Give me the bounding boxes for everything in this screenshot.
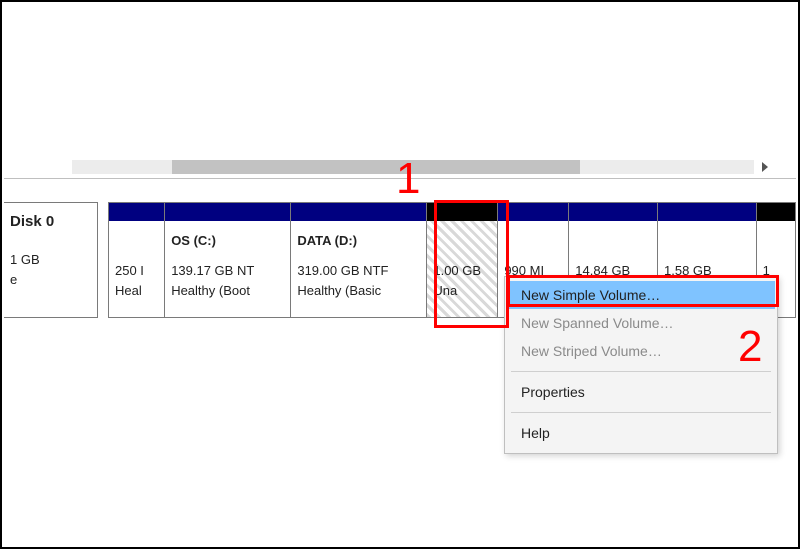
menu-divider	[511, 371, 771, 372]
scroll-right-button[interactable]	[756, 158, 774, 176]
volume-header-bar	[165, 203, 290, 221]
volume-header-bar	[498, 203, 568, 221]
volume-size: 319.00 GB NTF	[297, 261, 420, 281]
volume-size: 1.00 GB	[433, 261, 491, 281]
volume-header-bar	[757, 203, 795, 221]
volume-header-bar	[291, 203, 426, 221]
volume-size: 250 I	[115, 261, 158, 281]
menu-item: New Spanned Volume…	[507, 309, 775, 337]
menu-item[interactable]: Properties	[507, 378, 775, 406]
disk-capacity: 1 GB	[10, 250, 89, 270]
volume-status: Healthy (Boot	[171, 281, 284, 301]
volume-header-bar	[427, 203, 497, 221]
volume-partition[interactable]: OS (C:) 139.17 GB NTHealthy (Boot	[165, 202, 291, 318]
volume-header-bar	[658, 203, 756, 221]
horizontal-scrollbar[interactable]	[14, 158, 780, 176]
menu-item[interactable]: New Simple Volume…	[507, 281, 775, 309]
disk-title: Disk 0	[10, 213, 89, 230]
volume-name: DATA (D:)	[297, 231, 420, 251]
volume-header-bar	[569, 203, 657, 221]
disk-info-panel[interactable]: Disk 0 1 GB e	[4, 202, 98, 318]
volume-status: Heal	[115, 281, 158, 301]
separator	[4, 178, 796, 179]
volume-name: OS (C:)	[171, 231, 284, 251]
volume-unallocated[interactable]: 1.00 GBUna	[427, 202, 498, 318]
volume-partition[interactable]: DATA (D:) 319.00 GB NTFHealthy (Basic	[291, 202, 427, 318]
volume-status: Una	[433, 281, 491, 301]
menu-item: New Striped Volume…	[507, 337, 775, 365]
menu-item[interactable]: Help	[507, 419, 775, 447]
volume-partition[interactable]: 250 IHeal	[108, 202, 165, 318]
volume-header-bar	[109, 203, 164, 221]
volume-status: Healthy (Basic	[297, 281, 420, 301]
volume-size: 139.17 GB NT	[171, 261, 284, 281]
scrollbar-thumb[interactable]	[172, 160, 580, 174]
context-menu: New Simple Volume…New Spanned Volume…New…	[504, 276, 778, 454]
disk-status: e	[10, 270, 89, 290]
menu-divider	[511, 412, 771, 413]
